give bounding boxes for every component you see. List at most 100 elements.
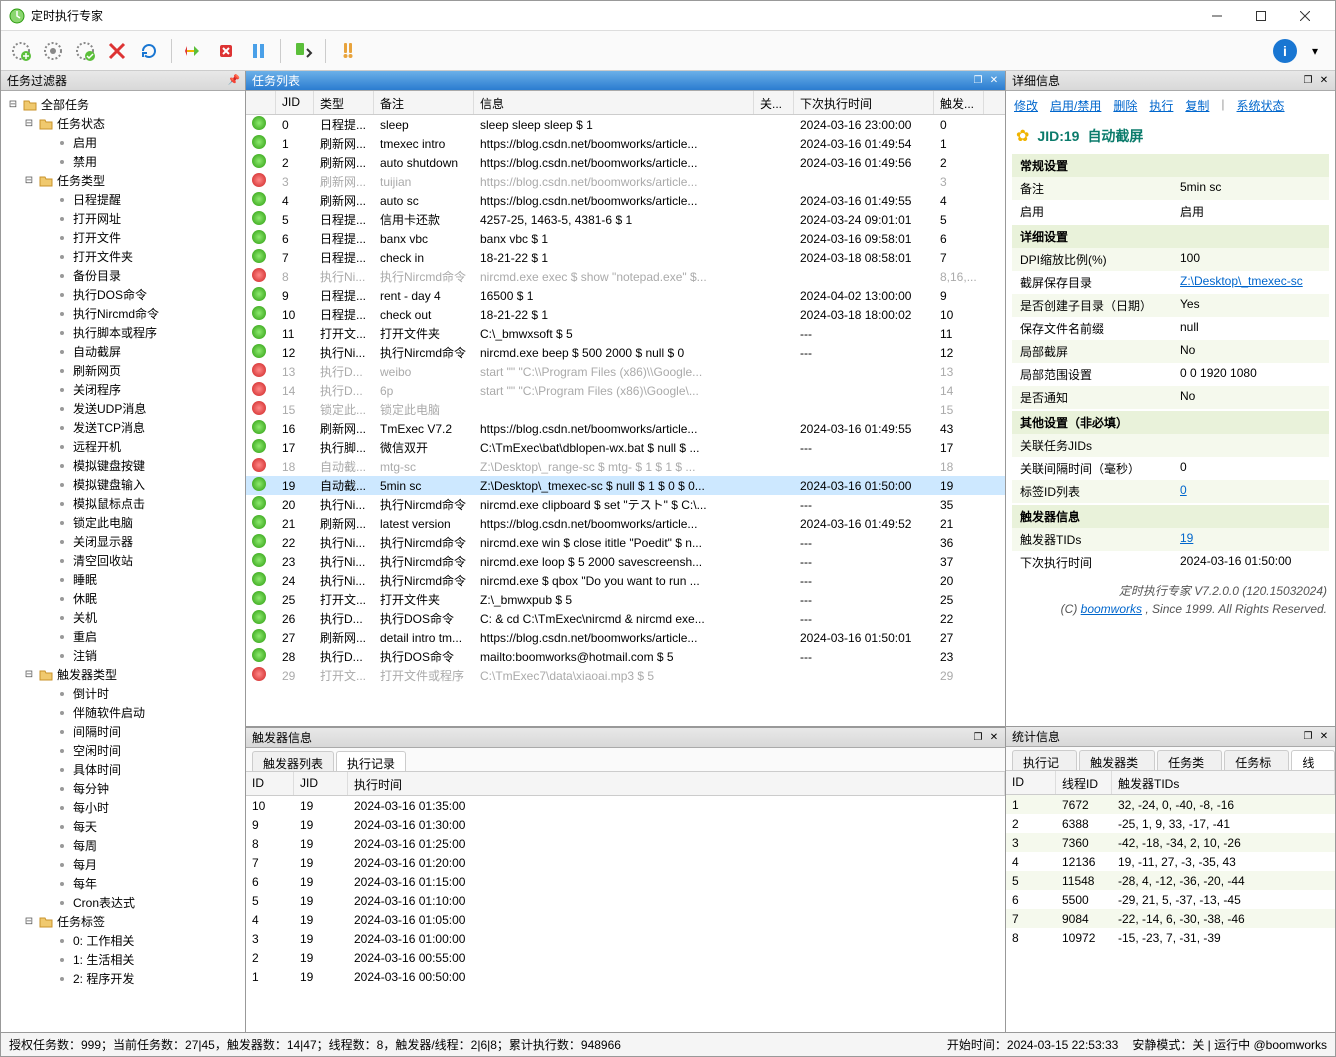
stat-row[interactable]: 37360-42, -18, -34, 2, 10, -26 — [1006, 833, 1335, 852]
trigger-row[interactable]: 6192024-03-16 01:15:00 — [246, 872, 1005, 891]
refresh-button[interactable] — [135, 37, 163, 65]
stat-row[interactable]: 65500-29, 21, 5, -37, -13, -45 — [1006, 890, 1335, 909]
task-row[interactable]: 14执行D...6pstart "" "C:\Program Files (x8… — [246, 381, 1005, 400]
trigger-row[interactable]: 3192024-03-16 01:00:00 — [246, 929, 1005, 948]
task-row[interactable]: 10日程提...check out18-21-22 $ 12024-03-18 … — [246, 305, 1005, 324]
col-next[interactable]: 下次执行时间 — [794, 91, 934, 114]
task-row[interactable]: 12执行Ni...执行Nircmd命令nircmd.exe beep $ 500… — [246, 343, 1005, 362]
add-task-button[interactable] — [7, 37, 35, 65]
tree-node[interactable]: 关闭显示器 — [3, 532, 243, 551]
stat-row[interactable]: 810972-15, -23, 7, -31, -39 — [1006, 928, 1335, 947]
task-row[interactable]: 27刷新网...detail intro tm...https://blog.c… — [246, 628, 1005, 647]
tree-node[interactable]: 关机 — [3, 608, 243, 627]
tree-node[interactable]: 启用 — [3, 133, 243, 152]
task-row[interactable]: 5日程提...信用卡还款4257-25, 1463-5, 4381-6 $ 12… — [246, 210, 1005, 229]
tree-node[interactable]: ⊟任务标签 — [3, 912, 243, 931]
stats-grid[interactable]: ID 线程ID 触发器TIDs 1767232, -24, 0, -40, -8… — [1006, 771, 1335, 1032]
edit-link[interactable]: 修改 — [1014, 97, 1038, 114]
tree-node[interactable]: 每天 — [3, 817, 243, 836]
tree-node[interactable]: 模拟键盘按键 — [3, 456, 243, 475]
col-remark[interactable]: 备注 — [374, 91, 474, 114]
run-link[interactable]: 执行 — [1149, 97, 1173, 114]
tree-node[interactable]: 发送UDP消息 — [3, 399, 243, 418]
task-row[interactable]: 20执行Ni...执行Nircmd命令nircmd.exe clipboard … — [246, 495, 1005, 514]
tree-node[interactable]: 倒计时 — [3, 684, 243, 703]
tree-node[interactable]: 注销 — [3, 646, 243, 665]
tree-node[interactable]: 执行脚本或程序 — [3, 323, 243, 342]
tree-node[interactable]: 每小时 — [3, 798, 243, 817]
delete-button[interactable] — [103, 37, 131, 65]
col-info[interactable]: 信息 — [474, 91, 754, 114]
stop-button[interactable] — [212, 37, 240, 65]
trigger-row[interactable]: 10192024-03-16 01:35:00 — [246, 796, 1005, 815]
tree-node[interactable]: 自动截屏 — [3, 342, 243, 361]
trigger-grid[interactable]: ID JID 执行时间 10192024-03-16 01:35:0091920… — [246, 772, 1005, 1032]
stat-row[interactable]: 1767232, -24, 0, -40, -8, -16 — [1006, 795, 1335, 814]
tree-node[interactable]: 执行Nircmd命令 — [3, 304, 243, 323]
tree-node[interactable]: 模拟键盘输入 — [3, 475, 243, 494]
tree-node[interactable]: ⊟任务类型 — [3, 171, 243, 190]
task-row[interactable]: 29打开文...打开文件或程序C:\TmExec7\data\xiaoai.mp… — [246, 666, 1005, 685]
tree-node[interactable]: 禁用 — [3, 152, 243, 171]
stat-row[interactable]: 79084-22, -14, 6, -30, -38, -46 — [1006, 909, 1335, 928]
tree-node[interactable]: 每月 — [3, 855, 243, 874]
task-row[interactable]: 16刷新网...TmExec V7.2https://blog.csdn.net… — [246, 419, 1005, 438]
trigger-row[interactable]: 7192024-03-16 01:20:00 — [246, 853, 1005, 872]
tree-node[interactable]: 备份目录 — [3, 266, 243, 285]
tree-node[interactable]: 重启 — [3, 627, 243, 646]
task-row[interactable]: 26执行D...执行DOS命令C: & cd C:\TmExec\nircmd … — [246, 609, 1005, 628]
task-row[interactable]: 9日程提...rent - day 416500 $ 12024-04-02 1… — [246, 286, 1005, 305]
restore-icon[interactable]: ❐ — [1301, 730, 1315, 744]
task-row[interactable]: 4刷新网...auto schttps://blog.csdn.net/boom… — [246, 191, 1005, 210]
task-row[interactable]: 11打开文...打开文件夹C:\_bmwxsoft $ 5---11 — [246, 324, 1005, 343]
tree-node[interactable]: Cron表达式 — [3, 893, 243, 912]
tree-node[interactable]: 清空回收站 — [3, 551, 243, 570]
tree-node[interactable]: 休眠 — [3, 589, 243, 608]
tree-node[interactable]: 每年 — [3, 874, 243, 893]
task-row[interactable]: 24执行Ni...执行Nircmd命令nircmd.exe $ qbox "Do… — [246, 571, 1005, 590]
trigger-row[interactable]: 1192024-03-16 00:50:00 — [246, 967, 1005, 986]
trigger-row[interactable]: 4192024-03-16 01:05:00 — [246, 910, 1005, 929]
tree-node[interactable]: ⊟触发器类型 — [3, 665, 243, 684]
col-rel[interactable]: 关... — [754, 91, 794, 114]
col-type[interactable]: 类型 — [314, 91, 374, 114]
task-row[interactable]: 8执行Ni...执行Nircmd命令nircmd.exe exec $ show… — [246, 267, 1005, 286]
tree-node[interactable]: 打开文件夹 — [3, 247, 243, 266]
tree-node[interactable]: 每周 — [3, 836, 243, 855]
tree-node[interactable]: 每分钟 — [3, 779, 243, 798]
task-row[interactable]: 6日程提...banx vbcbanx vbc $ 12024-03-16 09… — [246, 229, 1005, 248]
restore-icon[interactable]: ❐ — [971, 731, 985, 745]
stat-row[interactable]: 41213619, -11, 27, -3, -35, 43 — [1006, 852, 1335, 871]
close-icon[interactable]: ✕ — [1317, 730, 1331, 744]
toolbar-menu-button[interactable]: ▾ — [1301, 37, 1329, 65]
task-row[interactable]: 25打开文...打开文件夹Z:\_bmwxpub $ 5---25 — [246, 590, 1005, 609]
task-row[interactable]: 7日程提...check in18-21-22 $ 12024-03-18 08… — [246, 248, 1005, 267]
tree-node[interactable]: 0: 工作相关 — [3, 931, 243, 950]
col-jid[interactable]: JID — [276, 91, 314, 114]
task-grid[interactable]: JID 类型 备注 信息 关... 下次执行时间 触发... 0日程提...sl… — [246, 91, 1005, 726]
stat-row[interactable]: 511548-28, 4, -12, -36, -20, -44 — [1006, 871, 1335, 890]
task-row[interactable]: 2刷新网...auto shutdownhttps://blog.csdn.ne… — [246, 153, 1005, 172]
maximize-button[interactable] — [1239, 2, 1283, 30]
tab[interactable]: 线程 — [1291, 750, 1335, 770]
tab[interactable]: 执行记录 — [336, 751, 406, 771]
tree-node[interactable]: ⊟任务状态 — [3, 114, 243, 133]
tree-node[interactable]: 2: 程序开发 — [3, 969, 243, 988]
pause-button[interactable] — [244, 37, 272, 65]
copy-link[interactable]: 复制 — [1185, 97, 1209, 114]
run-button[interactable] — [180, 37, 208, 65]
task-row[interactable]: 21刷新网...latest versionhttps://blog.csdn.… — [246, 514, 1005, 533]
export-button[interactable] — [289, 37, 317, 65]
task-row[interactable]: 15锁定此...锁定此电脑15 — [246, 400, 1005, 419]
task-row[interactable]: 22执行Ni...执行Nircmd命令nircmd.exe win $ clos… — [246, 533, 1005, 552]
tree-node[interactable]: ⊟全部任务 — [3, 95, 243, 114]
trigger-row[interactable]: 2192024-03-16 00:55:00 — [246, 948, 1005, 967]
info-button[interactable]: i — [1273, 39, 1297, 63]
minimize-button[interactable] — [1195, 2, 1239, 30]
tree-node[interactable]: 日程提醒 — [3, 190, 243, 209]
tree-node[interactable]: 间隔时间 — [3, 722, 243, 741]
options-button[interactable] — [334, 37, 362, 65]
tree-node[interactable]: 远程开机 — [3, 437, 243, 456]
task-row[interactable]: 1刷新网...tmexec introhttps://blog.csdn.net… — [246, 134, 1005, 153]
tree-node[interactable]: 关闭程序 — [3, 380, 243, 399]
